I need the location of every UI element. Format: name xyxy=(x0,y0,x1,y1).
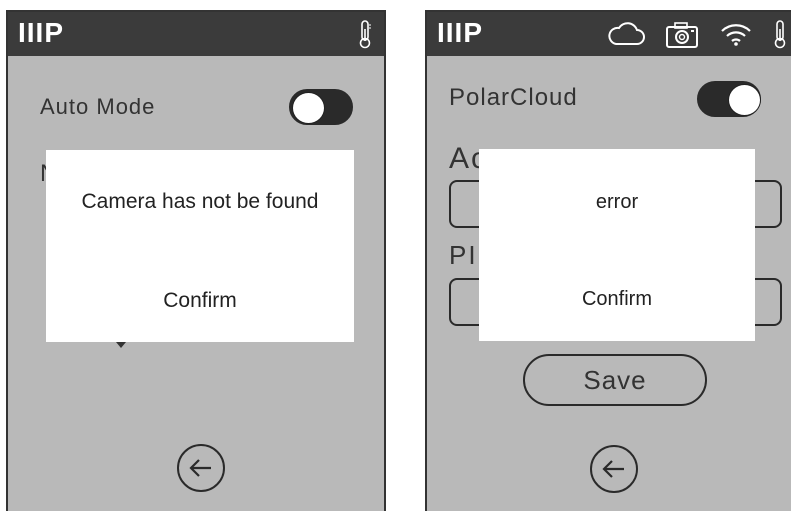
dialog-message: error xyxy=(595,191,639,213)
top-bar: IIIP xyxy=(8,12,384,56)
dialog-message: Camera has not be found xyxy=(81,190,319,213)
auto-mode-toggle[interactable] xyxy=(289,89,353,125)
app-logo: IIIP xyxy=(18,17,65,48)
cloud-icon xyxy=(608,22,645,45)
polarcloud-label: PolarCloud xyxy=(449,84,578,111)
save-button[interactable]: Save xyxy=(523,354,707,406)
toggle-knob xyxy=(292,92,325,124)
error-dialog: error Confirm xyxy=(479,149,755,341)
wifi-icon xyxy=(721,24,751,46)
error-dialog: Camera has not be found Confirm xyxy=(46,150,354,342)
confirm-button[interactable]: Confirm xyxy=(46,289,354,313)
right-screen: IIIP PolarCloud Ac PI Save error Confirm xyxy=(425,10,791,511)
thermometer-icon xyxy=(774,20,786,49)
back-button[interactable] xyxy=(590,445,638,493)
confirm-button[interactable]: Confirm xyxy=(479,288,755,311)
toggle-knob xyxy=(728,84,761,116)
camera-icon xyxy=(666,22,698,48)
back-arrow-icon xyxy=(189,459,211,477)
auto-mode-label: Auto Mode xyxy=(40,94,156,119)
left-screen: IIIP Auto Mode N Camera has not be found… xyxy=(6,10,386,511)
polarcloud-toggle[interactable] xyxy=(697,81,761,117)
back-arrow-icon xyxy=(602,460,624,478)
pin-label-partial: PI xyxy=(449,240,478,270)
app-logo: IIIP xyxy=(437,17,484,48)
top-bar: IIIP xyxy=(427,12,791,56)
thermometer-icon xyxy=(359,20,371,49)
back-button[interactable] xyxy=(177,444,225,492)
